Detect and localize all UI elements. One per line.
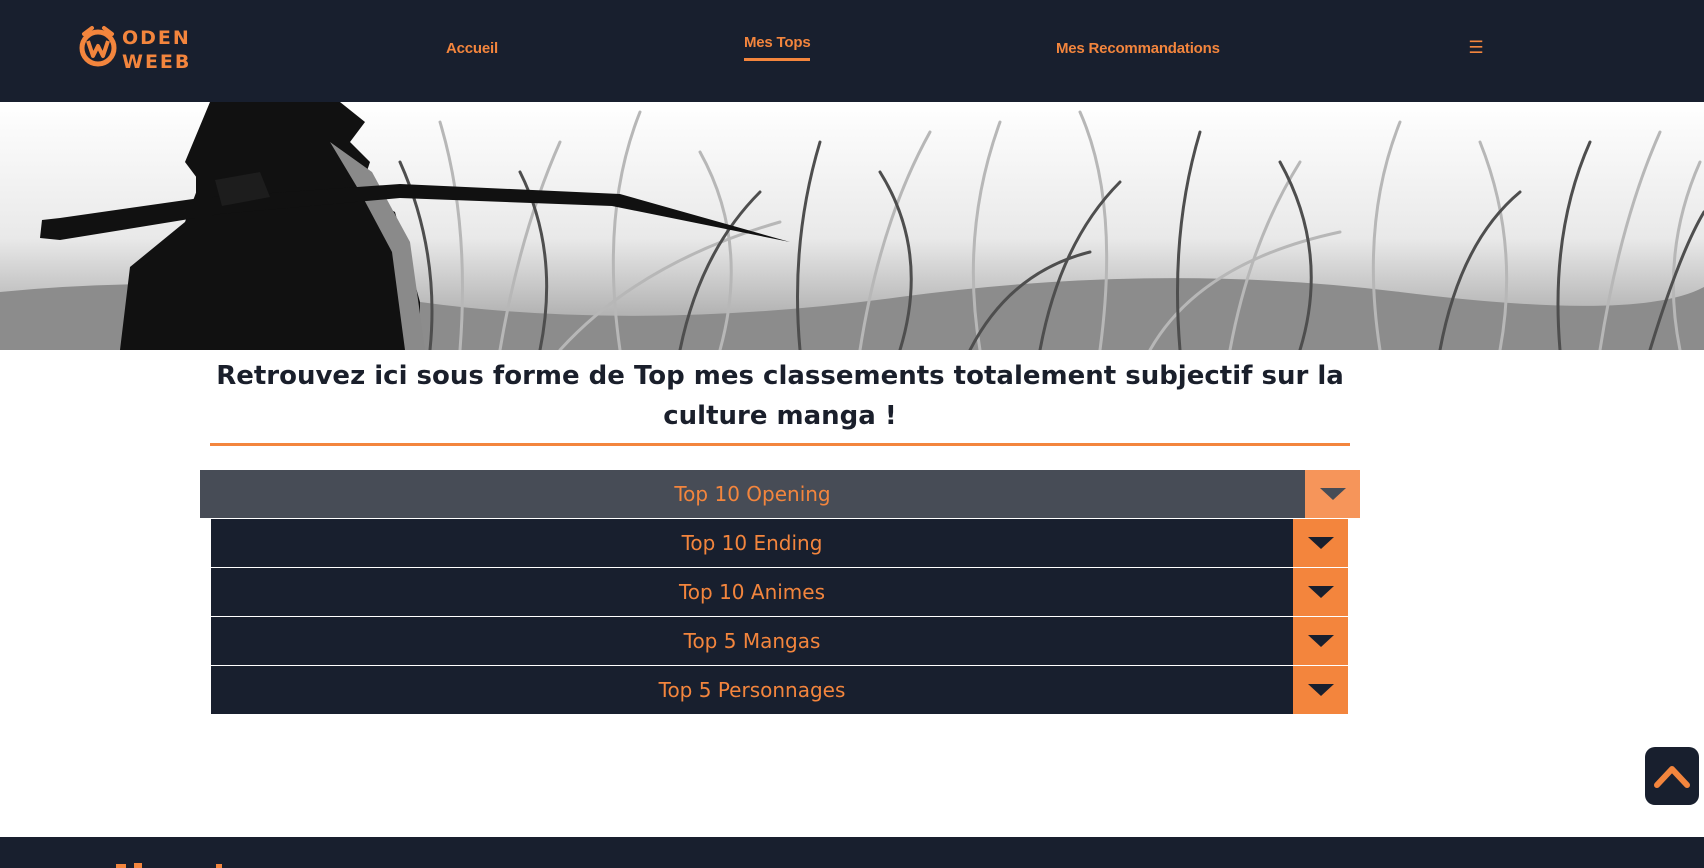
oden-weeb-logo[interactable]: ODEN WEEB <box>78 22 200 72</box>
accordion-item-label: Top 10 Ending <box>681 531 823 555</box>
caret-down-icon <box>1308 684 1334 696</box>
accordion-item-label: Top 10 Animes <box>678 580 826 604</box>
accordion-item-top-5-mangas[interactable]: Top 5 Mangas <box>211 617 1348 665</box>
accordion-item-top-5-personnages[interactable]: Top 5 Personnages <box>211 666 1348 714</box>
intro-divider <box>210 443 1350 446</box>
accordion-toggle-button[interactable] <box>1293 568 1348 616</box>
caret-down-icon <box>1320 488 1346 500</box>
nav-link-mes-recommandations[interactable]: Mes Recommandations <box>1056 40 1220 57</box>
top-navbar: ODEN WEEB Accueil Mes Tops Mes Recommand… <box>0 0 1704 102</box>
scroll-to-top-button[interactable] <box>1645 747 1699 805</box>
caret-down-icon <box>1308 586 1334 598</box>
page-intro-heading: Retrouvez ici sous forme de Top mes clas… <box>216 361 1344 431</box>
accordion-toggle-button[interactable] <box>1293 519 1348 567</box>
accordion-item-top-10-opening[interactable]: Top 10 Opening <box>200 470 1360 518</box>
accordion-item-top-10-animes[interactable]: Top 10 Animes <box>211 568 1348 616</box>
chevron-up-icon <box>1654 766 1690 788</box>
hamburger-icon[interactable]: ☰ <box>1468 39 1484 56</box>
page-footer <box>0 837 1704 868</box>
accordion-item-label: Top 5 Personnages <box>658 678 846 702</box>
accordion-item-top-10-ending[interactable]: Top 10 Ending <box>211 519 1348 567</box>
accordion-item-label: Top 10 Opening <box>674 482 831 506</box>
accordion-toggle-button[interactable] <box>1305 470 1360 518</box>
nav-link-mes-tops[interactable]: Mes Tops <box>744 34 811 61</box>
caret-down-icon <box>1308 635 1334 647</box>
nav-link-accueil[interactable]: Accueil <box>446 40 498 57</box>
accordion-item-label: Top 5 Mangas <box>683 629 821 653</box>
caret-down-icon <box>1308 537 1334 549</box>
hero-banner-image <box>0 102 1704 350</box>
svg-text:ODEN: ODEN <box>122 27 191 49</box>
svg-text:WEEB: WEEB <box>122 51 191 72</box>
accordion-toggle-button[interactable] <box>1293 666 1348 714</box>
accordion-toggle-button[interactable] <box>1293 617 1348 665</box>
footer-logo-icon <box>116 863 222 868</box>
